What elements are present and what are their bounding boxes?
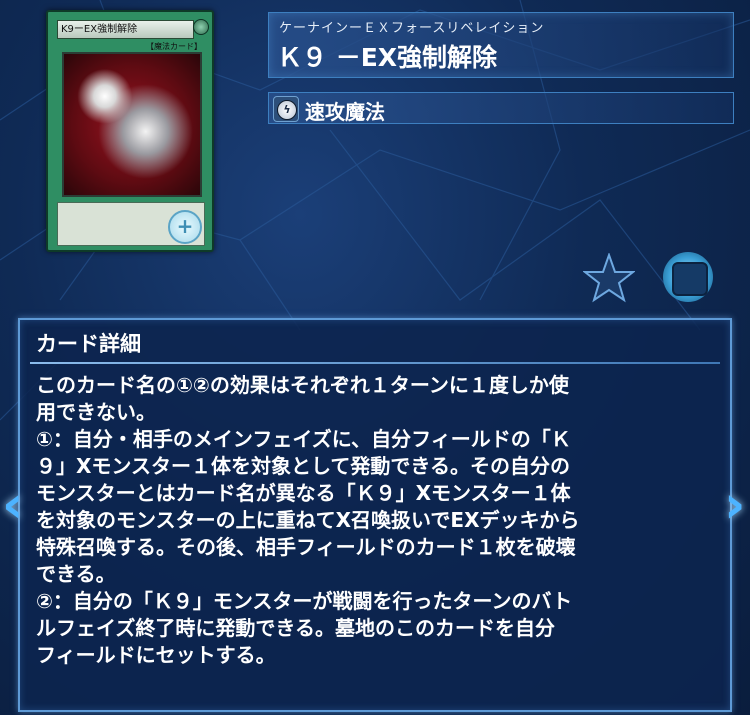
card-image-type: 【魔法カード】 — [146, 42, 202, 51]
card-type-panel: ϟ 速攻魔法 — [268, 92, 734, 124]
spell-attribute-icon — [193, 19, 209, 35]
divider — [30, 362, 720, 364]
card-detail-header: カード詳細 — [36, 332, 141, 356]
card-name-ruby: ケーナインーＥＸフォースリベレイション — [279, 21, 545, 36]
card-artwork — [62, 52, 202, 197]
star-icon[interactable] — [583, 253, 635, 303]
card-effect-text: このカード名の①②の効果はそれぞれ１ターンに１度しか使 用できない。 ①：自分・… — [36, 373, 580, 667]
zoom-in-icon[interactable]: + — [168, 210, 202, 244]
card-image-name: K9ーEX強制解除 — [57, 20, 194, 39]
card-image[interactable]: K9ーEX強制解除 【魔法カード】 + — [46, 10, 214, 252]
chevron-right-icon[interactable]: › — [724, 475, 748, 535]
card-detail-panel: カード詳細 このカード名の①②の効果はそれぞれ１ターンに１度しか使 用できない。… — [18, 318, 732, 712]
chevron-left-icon[interactable]: ‹ — [2, 475, 26, 535]
deck-pot-icon[interactable] — [663, 252, 713, 302]
card-type-label: 速攻魔法 — [305, 100, 385, 124]
quick-play-spell-icon: ϟ — [273, 96, 299, 122]
card-name-panel: ケーナインーＥＸフォースリベレイション Ｋ９ －EX強制解除 — [268, 12, 734, 78]
card-name: Ｋ９ －EX強制解除 — [277, 43, 498, 72]
